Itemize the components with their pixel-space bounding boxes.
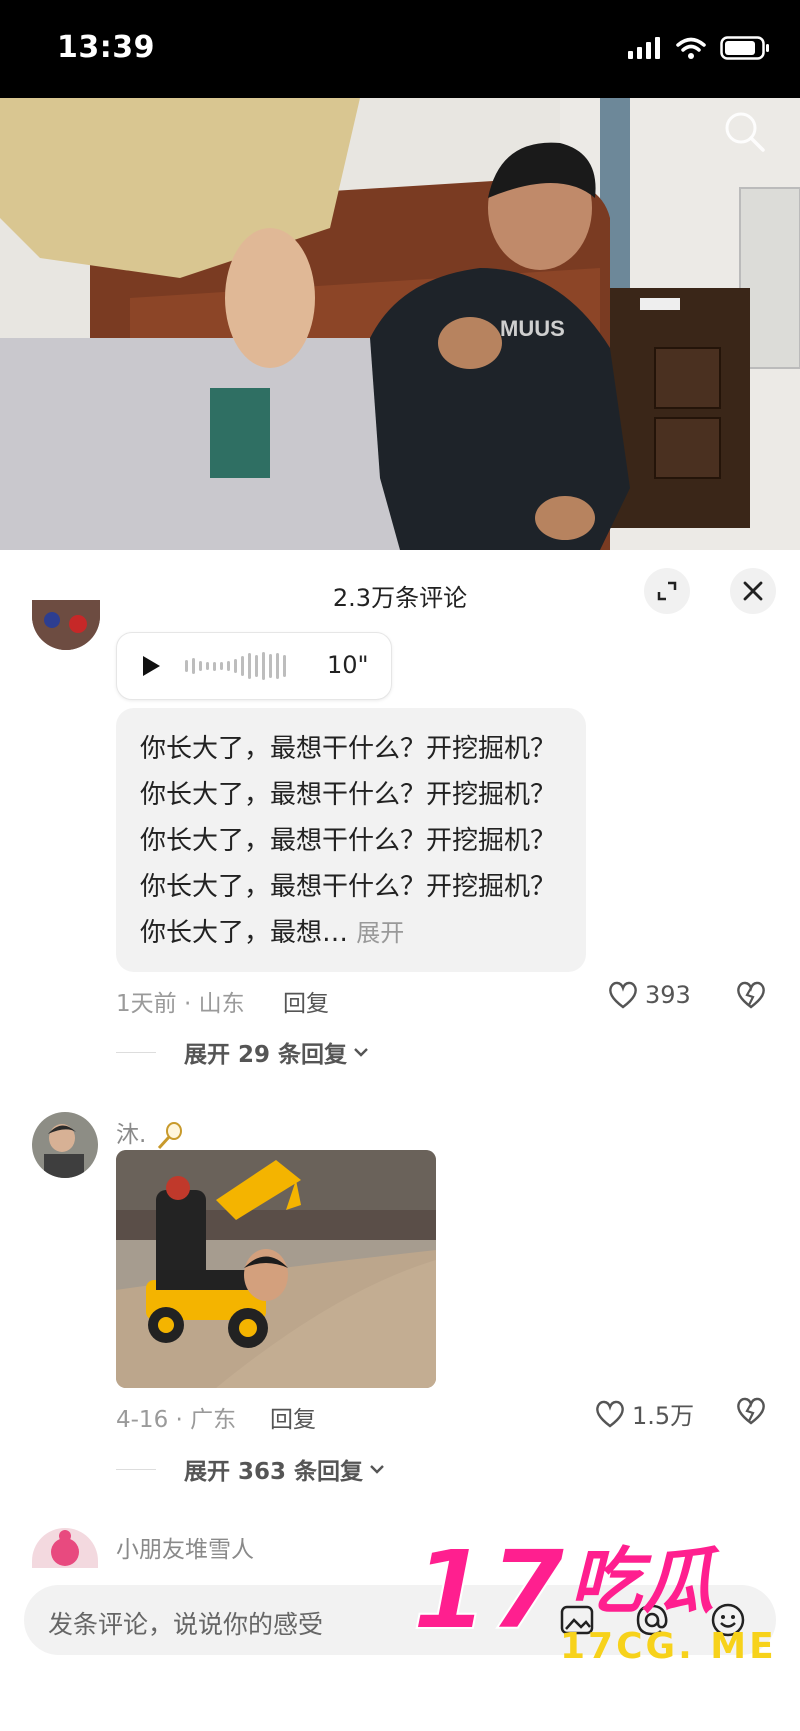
avatar-image — [32, 1112, 98, 1178]
dislike-icon[interactable] — [735, 1396, 767, 1426]
comment-text-bubble[interactable]: 你长大了，最想干什么？开挖掘机？你长大了，最想干什么？开挖掘机？你长大了，最想干… — [116, 708, 586, 972]
username[interactable]: 小朋友堆雪人 — [116, 1530, 254, 1564]
like-count: 393 — [645, 981, 691, 1009]
battery-icon — [720, 36, 769, 60]
like-button[interactable]: 393 — [607, 980, 691, 1010]
wifi-icon — [676, 37, 706, 59]
voice-message[interactable]: 10" — [116, 632, 392, 700]
search-icon[interactable] — [723, 110, 767, 154]
voice-duration: 10" — [327, 651, 369, 679]
dislike-icon[interactable] — [735, 980, 767, 1010]
expand-replies-label: 展开 363 条回复 — [184, 1459, 364, 1485]
signal-icon — [628, 37, 660, 59]
comment-image[interactable] — [116, 1150, 436, 1388]
svg-text:17: 17 — [412, 1528, 566, 1654]
expand-replies-button[interactable]: 展开 29 条回复 — [116, 1035, 369, 1069]
heart-icon — [609, 981, 637, 1009]
play-icon — [143, 656, 160, 676]
racket-icon — [157, 1121, 182, 1149]
svg-text:MUUS: MUUS — [500, 316, 565, 341]
chevron-down-icon — [354, 1048, 368, 1057]
svg-text:17CG. ME: 17CG. ME — [560, 1626, 777, 1667]
avatar[interactable] — [32, 1112, 98, 1178]
audio-waveform — [185, 651, 286, 681]
close-icon — [743, 581, 763, 601]
excavator-photo — [116, 1150, 436, 1388]
like-button[interactable]: 1.5万 — [594, 1396, 694, 1431]
username[interactable]: 沐. — [116, 1115, 184, 1151]
comment-meta: 1天前 · 山东 — [116, 991, 245, 1017]
divider-line — [116, 1051, 156, 1053]
video-frame: MUUS — [0, 98, 800, 550]
comment-text: 你长大了，最想干什么？开挖掘机？你长大了，最想干什么？开挖掘机？你长大了，最想干… — [140, 734, 557, 948]
close-button[interactable] — [730, 568, 776, 614]
reply-button[interactable]: 回复 — [270, 1400, 316, 1434]
expand-replies-label: 展开 29 条回复 — [184, 1042, 348, 1068]
comment-input-placeholder: 发条评论，说说你的感受 — [48, 1610, 324, 1639]
status-time: 13:39 — [57, 30, 155, 65]
status-icons — [628, 34, 770, 62]
comment-meta: 4-16 · 广东 — [116, 1407, 237, 1433]
username-text: 沐. — [116, 1122, 147, 1148]
chevron-down-icon — [370, 1465, 384, 1474]
divider-line — [116, 1468, 156, 1470]
expand-icon — [657, 581, 677, 601]
reply-button[interactable]: 回复 — [283, 984, 329, 1018]
expand-button[interactable] — [644, 568, 690, 614]
video-player[interactable]: MUUS — [0, 98, 800, 550]
heart-icon — [596, 1400, 624, 1428]
svg-text:吃瓜: 吃瓜 — [570, 1539, 720, 1623]
expand-replies-button[interactable]: 展开 363 条回复 — [116, 1452, 385, 1486]
home-indicator-area — [0, 1690, 800, 1731]
watermark-logo: 17 吃瓜 17CG. ME — [411, 1528, 777, 1667]
expand-text-link[interactable]: 展开 — [356, 919, 404, 947]
status-bar: 13:39 — [0, 0, 800, 98]
like-count: 1.5万 — [632, 1402, 695, 1430]
